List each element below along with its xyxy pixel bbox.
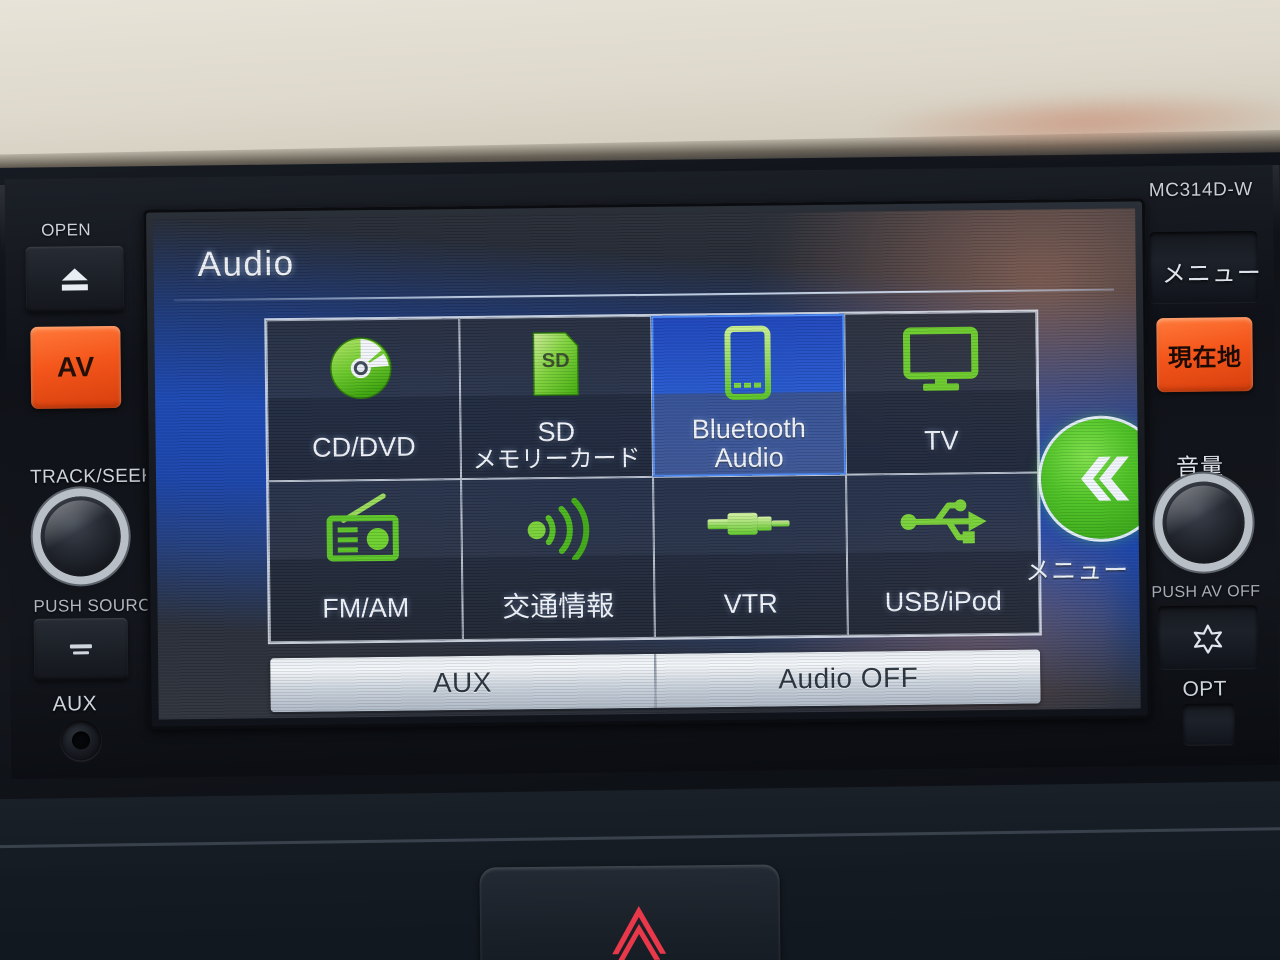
opt-label: OPT <box>1182 677 1228 701</box>
tile-fm-am[interactable]: FM/AM <box>268 479 463 643</box>
tile-label: FM/AM <box>269 575 462 642</box>
av-plug-icon <box>653 475 847 573</box>
tilt-screen-icon <box>68 638 94 665</box>
track-seek-knob[interactable] <box>40 495 122 577</box>
push-av-off-label: PUSH AV OFF <box>1151 582 1261 602</box>
audio-source-grid: CD/DVD SD SD メモリーカード Bluetooth Audio TV … <box>266 311 1040 643</box>
double-chevron-left-icon <box>1081 456 1130 501</box>
brightness-star-icon <box>1192 623 1224 658</box>
audio-off-button[interactable]: Audio OFF <box>654 649 1041 708</box>
left-control-column: OPEN AV TRACK/SEEK PUSH SOURCE AUX <box>15 198 163 765</box>
title-divider <box>174 288 1114 302</box>
tile-traffic-info[interactable]: 交通情報 <box>460 476 655 641</box>
aux-jack-icon[interactable] <box>60 720 102 761</box>
tile-label-line1: TV <box>923 425 959 456</box>
right-control-column: メニュー 現在地 音量 PUSH AV OFF OPT <box>1143 185 1269 752</box>
tile-label: TV <box>845 408 1038 475</box>
tile-label: 交通情報 <box>462 573 655 640</box>
tile-tv[interactable]: TV <box>843 311 1039 475</box>
aux-button[interactable]: AUX <box>270 653 655 713</box>
current-location-button[interactable]: 現在地 <box>1156 317 1254 393</box>
sd-card-icon: SD <box>459 316 653 414</box>
tile-label: SD メモリーカード <box>460 412 653 479</box>
volume-knob[interactable] <box>1162 481 1246 565</box>
tile-label-line1: FM/AM <box>322 592 410 624</box>
tile-label: VTR <box>654 571 847 638</box>
lcd-screen: Audio CD/DVD SD SD メモリーカード Bluetooth Aud… <box>153 208 1141 720</box>
tile-label-line1: USB/iPod <box>884 586 1002 618</box>
hazard-triangle-icon <box>604 896 675 960</box>
tile-label-line2: メモリーカード <box>472 445 641 474</box>
screen-menu-label: メニュー <box>1024 556 1130 586</box>
svg-text:SD: SD <box>541 350 569 372</box>
bluetooth-phone-icon <box>651 314 845 412</box>
tile-label-line2: Audio <box>714 441 784 473</box>
tile-usb-ipod[interactable]: USB/iPod <box>845 472 1040 636</box>
car-interior-photo: MC314D-W OPEN AV TRACK/SEEK PUSH SOURCE <box>0 0 1280 960</box>
page-title: Audio <box>197 243 295 285</box>
radio-icon <box>268 479 462 577</box>
aux-label: AUX <box>52 692 98 716</box>
volume-label: 音量 <box>1175 453 1225 480</box>
head-unit-faceplate: MC314D-W OPEN AV TRACK/SEEK PUSH SOURCE <box>4 164 1280 780</box>
knob-gloss <box>44 499 118 573</box>
opt-button[interactable] <box>1182 703 1236 746</box>
eject-icon <box>60 266 90 297</box>
tile-label: Bluetooth Audio <box>652 410 845 477</box>
tile-vtr[interactable]: VTR <box>653 474 848 638</box>
volume-knob-gloss <box>1166 485 1242 561</box>
track-seek-label: TRACK/SEEK <box>29 465 155 488</box>
tile-label-line1: SD <box>537 417 576 448</box>
menu-button-label: メニュー <box>1161 259 1262 289</box>
tile-label-line1: VTR <box>723 588 778 620</box>
tile-label: CD/DVD <box>267 414 460 481</box>
usb-icon <box>846 473 1040 571</box>
push-source-label: PUSH SOURCE <box>33 595 163 616</box>
tile-label-line1: CD/DVD <box>312 431 416 463</box>
open-label: OPEN <box>41 220 92 240</box>
tv-monitor-icon <box>844 312 1038 410</box>
broadcast-wave-icon <box>461 477 655 575</box>
tile-sd-memory-card[interactable]: SD SD メモリーカード <box>458 315 654 480</box>
screen-bezel: Audio CD/DVD SD SD メモリーカード Bluetooth Aud… <box>142 198 1151 730</box>
screen-menu-button[interactable] <box>1040 418 1141 540</box>
tile-cd-dvd[interactable]: CD/DVD <box>266 318 461 482</box>
av-button[interactable]: AV <box>30 325 122 409</box>
bottom-button-bar: AUX Audio OFF <box>270 649 1041 713</box>
tile-label: USB/iPod <box>847 569 1040 636</box>
tile-bluetooth-audio[interactable]: Bluetooth Audio <box>651 313 846 477</box>
tile-label-line1: 交通情報 <box>502 589 615 623</box>
cd-dvd-disc-icon <box>266 318 460 416</box>
tile-label-line1: Bluetooth <box>691 413 806 445</box>
